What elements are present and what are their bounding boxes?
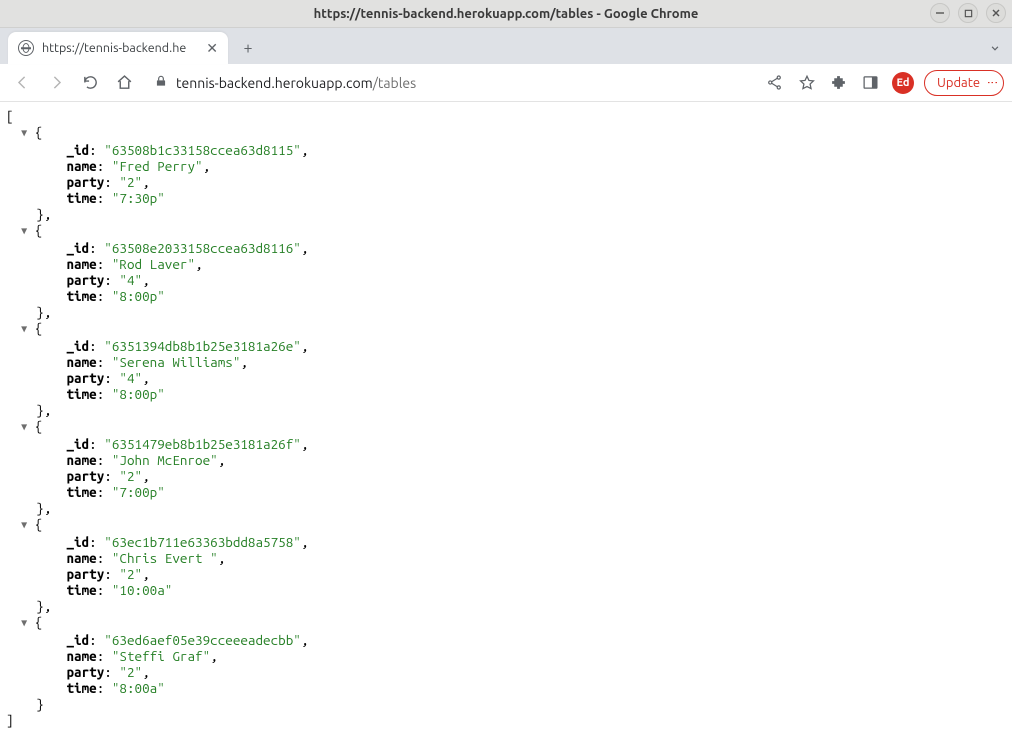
globe-icon bbox=[18, 40, 34, 56]
window-controls bbox=[930, 3, 1006, 23]
extensions-icon[interactable] bbox=[828, 72, 850, 94]
address-bar[interactable]: tennis-backend.herokuapp.com/tables bbox=[144, 68, 752, 98]
home-button[interactable] bbox=[110, 69, 138, 97]
tab-strip: https://tennis-backend.he ✕ + bbox=[0, 28, 1012, 64]
toolbar-right: Ed Update ⋮ bbox=[764, 70, 1004, 96]
address-path: /tables bbox=[373, 75, 416, 91]
reload-button[interactable] bbox=[76, 69, 104, 97]
profile-avatar[interactable]: Ed bbox=[892, 72, 914, 94]
forward-button[interactable] bbox=[42, 69, 70, 97]
json-viewer[interactable]: [ ▼ { _id: "63508b1c33158ccea63d8115", n… bbox=[0, 102, 1012, 734]
window-titlebar: https://tennis-backend.herokuapp.com/tab… bbox=[0, 0, 1012, 28]
toolbar: tennis-backend.herokuapp.com/tables Ed U… bbox=[0, 64, 1012, 102]
browser-tab[interactable]: https://tennis-backend.he ✕ bbox=[8, 32, 228, 64]
new-tab-button[interactable]: + bbox=[234, 34, 262, 62]
update-label: Update bbox=[937, 76, 980, 90]
lock-icon bbox=[154, 74, 168, 91]
menu-dots-icon: ⋮ bbox=[986, 77, 997, 89]
star-icon[interactable] bbox=[796, 72, 818, 94]
close-button[interactable] bbox=[986, 3, 1006, 23]
close-tab-icon[interactable]: ✕ bbox=[206, 40, 218, 57]
share-icon[interactable] bbox=[764, 72, 786, 94]
address-text: tennis-backend.herokuapp.com/tables bbox=[176, 75, 416, 91]
minimize-button[interactable] bbox=[930, 3, 950, 23]
address-host: tennis-backend.herokuapp.com bbox=[176, 75, 373, 91]
tab-label: https://tennis-backend.he bbox=[42, 41, 198, 55]
back-button[interactable] bbox=[8, 69, 36, 97]
maximize-button[interactable] bbox=[958, 3, 978, 23]
update-button[interactable]: Update ⋮ bbox=[924, 70, 1004, 96]
sidepanel-icon[interactable] bbox=[860, 72, 882, 94]
tabs-dropdown-icon[interactable] bbox=[988, 41, 1002, 58]
window-title: https://tennis-backend.herokuapp.com/tab… bbox=[314, 7, 699, 21]
